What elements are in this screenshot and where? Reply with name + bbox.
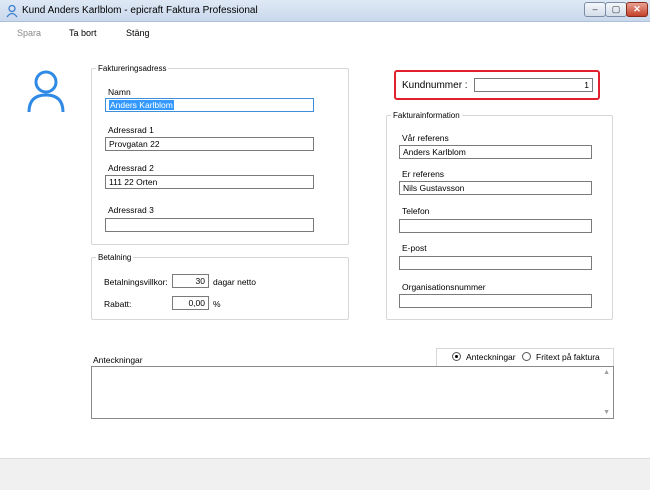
notes-radio-label[interactable]: Anteckningar <box>466 352 516 362</box>
window-user-icon <box>6 4 18 18</box>
notes-textarea[interactable]: ▲ ▼ <box>91 366 614 419</box>
minimize-button[interactable]: – <box>584 2 606 17</box>
notes-radio[interactable] <box>452 352 461 361</box>
your-reference-field[interactable]: Nils Gustavsson <box>399 181 592 195</box>
close-window-button[interactable]: ✕ <box>626 2 648 17</box>
freetext-radio-label[interactable]: Fritext på faktura <box>536 352 600 362</box>
payment-terms-suffix: dagar netto <box>213 277 257 287</box>
title-bar: Kund Anders Karlblom - epicraft Faktura … <box>0 0 650 22</box>
address-line-1-field[interactable]: Provgatan 22 <box>105 137 314 151</box>
email-label: E-post <box>402 243 427 253</box>
address-line-2-field[interactable]: 111 22 Orten <box>105 175 314 189</box>
org-number-label: Organisationsnummer <box>402 282 486 292</box>
save-menu-item[interactable]: Spara <box>17 28 41 38</box>
org-number-field[interactable] <box>399 294 592 308</box>
address-line-2-label: Adressrad 2 <box>108 163 154 173</box>
customer-number-field[interactable]: 1 <box>474 78 593 92</box>
scroll-up-icon[interactable]: ▲ <box>603 369 610 376</box>
customer-number-label: Kundnummer : <box>402 80 468 91</box>
our-reference-label: Vår referens <box>402 133 449 143</box>
billing-address-legend: Faktureringsadress <box>98 64 167 73</box>
freetext-radio[interactable] <box>522 352 531 361</box>
close-menu-item[interactable]: Stäng <box>126 28 150 38</box>
address-line-1-label: Adressrad 1 <box>108 125 154 135</box>
name-label: Namn <box>108 87 131 97</box>
phone-label: Telefon <box>402 206 430 216</box>
notes-label: Anteckningar <box>93 355 143 365</box>
discount-suffix: % <box>213 299 221 309</box>
user-icon <box>27 70 65 113</box>
discount-field[interactable]: 0,00 <box>172 296 209 310</box>
address-line-3-label: Adressrad 3 <box>108 205 154 215</box>
phone-field[interactable] <box>399 219 592 233</box>
your-reference-label: Er referens <box>402 169 445 179</box>
payment-terms-label: Betalningsvillkor: <box>104 277 168 287</box>
delete-menu-item[interactable]: Ta bort <box>69 28 97 38</box>
scroll-down-icon[interactable]: ▼ <box>603 409 610 416</box>
discount-label: Rabatt: <box>104 299 132 309</box>
payment-terms-field[interactable]: 30 <box>172 274 209 288</box>
name-field[interactable]: Anders Karlblom <box>105 98 314 112</box>
name-value: Anders Karlblom <box>109 100 174 110</box>
menu-bar: Spara Ta bort Stäng <box>0 22 650 44</box>
invoice-info-legend: Fakturainformation <box>393 111 460 120</box>
our-reference-field[interactable]: Anders Karlblom <box>399 145 592 159</box>
window-title: Kund Anders Karlblom - epicraft Faktura … <box>22 5 258 16</box>
payment-legend: Betalning <box>98 253 132 262</box>
address-line-3-field[interactable] <box>105 218 314 232</box>
status-bar <box>0 458 650 490</box>
maximize-button[interactable]: ▢ <box>605 2 627 17</box>
email-field[interactable] <box>399 256 592 270</box>
